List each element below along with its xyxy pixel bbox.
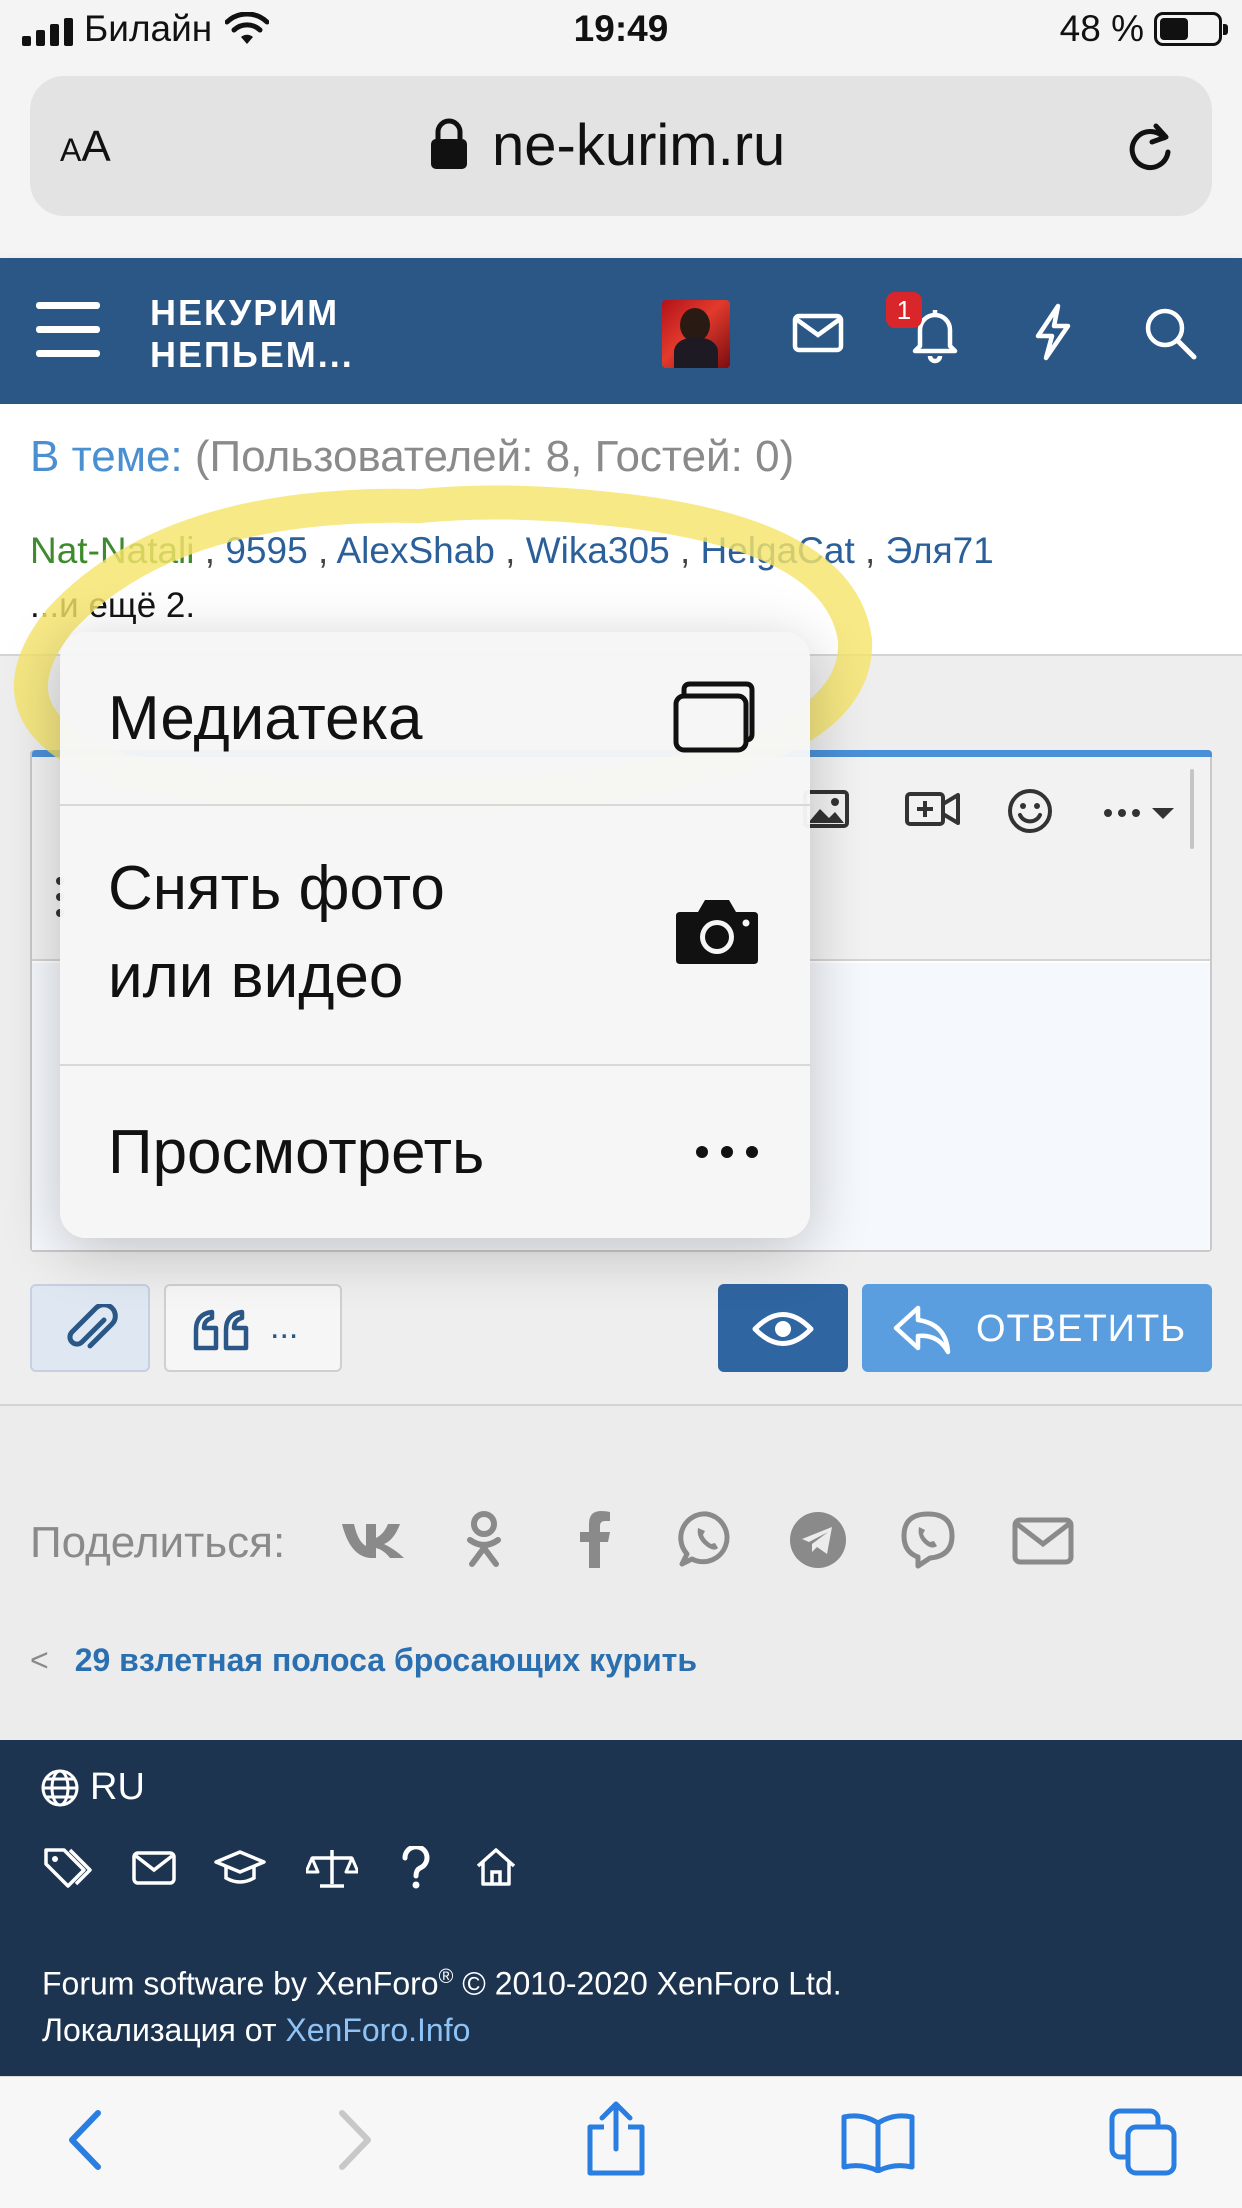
ellipsis-icon <box>696 1146 758 1158</box>
online-users-list: Nat-Natali , 9595 , AlexShab , Wika305 ,… <box>30 530 994 571</box>
attach-files-button[interactable] <box>30 1284 150 1372</box>
menu-icon[interactable] <box>36 302 100 358</box>
copyright-text: Forum software by XenForo® © 2010-2020 X… <box>42 1965 842 2048</box>
share-icon[interactable] <box>584 2101 648 2177</box>
camera-icon <box>676 900 758 964</box>
online-user-link[interactable]: Nat-Natali <box>30 530 195 571</box>
email-icon[interactable] <box>1012 1516 1074 1566</box>
help-icon[interactable] <box>400 1846 432 1890</box>
smiley-icon[interactable] <box>1006 787 1054 835</box>
online-user-link[interactable]: 9595 <box>225 530 307 571</box>
photo-library-icon <box>673 681 755 753</box>
facebook-icon[interactable] <box>574 1510 614 1570</box>
safari-bottom-toolbar <box>0 2076 1242 2208</box>
scales-icon[interactable] <box>306 1846 358 1890</box>
share-label: Поделиться: <box>30 1518 286 1567</box>
online-user-link[interactable]: Эля71 <box>886 530 994 571</box>
forward-icon[interactable] <box>336 2107 376 2173</box>
battery-icon <box>1154 12 1228 46</box>
quote-icon <box>193 1309 249 1351</box>
paperclip-icon <box>67 1304 118 1349</box>
eye-icon <box>752 1312 814 1346</box>
online-user-link[interactable]: AlexShab <box>336 530 494 571</box>
insert-video-icon[interactable] <box>904 787 962 831</box>
whatsapp-icon[interactable] <box>678 1510 736 1568</box>
browser-toolbar: AA ne-kurim.ru <box>0 66 1242 258</box>
preview-button[interactable] <box>718 1284 848 1372</box>
inbox-icon[interactable] <box>792 302 844 362</box>
multi-quote-button[interactable]: ... <box>164 1284 342 1372</box>
menu-item-photo-library[interactable]: Медиатека <box>60 632 810 806</box>
url-text: ne-kurim.ru <box>492 113 786 178</box>
reply-button[interactable]: ОТВЕТИТЬ <box>862 1284 1212 1372</box>
text-size-button[interactable]: AA <box>60 122 111 172</box>
notification-badge: 1 <box>886 292 922 328</box>
menu-item-take-photo-or-video[interactable]: Снять фото или видео <box>60 806 810 1066</box>
globe-icon <box>41 1769 79 1806</box>
bookmarks-icon[interactable] <box>840 2111 916 2173</box>
online-users-more[interactable]: ...и ещё 2. <box>30 586 195 626</box>
viber-icon[interactable] <box>898 1510 958 1570</box>
toolbar-scrollbar[interactable] <box>1190 769 1194 849</box>
lock-icon <box>431 118 467 169</box>
online-user-link[interactable]: Wika305 <box>526 530 670 571</box>
address-bar[interactable]: AA ne-kurim.ru <box>30 76 1212 216</box>
reply-arrow-icon <box>893 1305 951 1355</box>
battery-percentage: 48 % <box>1059 8 1144 49</box>
online-users-title: В теме: (Пользователей: 8, Гостей: 0) <box>30 432 795 481</box>
home-icon[interactable] <box>474 1846 518 1888</box>
reload-icon[interactable] <box>1124 120 1176 176</box>
localization-link[interactable]: XenForo.Info <box>285 2012 470 2048</box>
tabs-icon[interactable] <box>1108 2107 1178 2177</box>
language-selector[interactable]: RU <box>40 1766 145 1809</box>
contact-email-icon[interactable] <box>132 1850 176 1886</box>
status-bar: Билайн 19:49 48 % <box>0 0 1242 66</box>
odnoklassniki-icon[interactable] <box>462 1510 506 1570</box>
clock: 19:49 <box>573 8 669 49</box>
tags-icon[interactable] <box>42 1846 94 1890</box>
vk-icon[interactable] <box>340 1520 406 1560</box>
site-logo[interactable]: НЕКУРИМ НЕПЬЕМ... <box>150 292 354 376</box>
lightning-icon[interactable] <box>1030 302 1076 362</box>
search-icon[interactable] <box>1142 302 1198 362</box>
forum-header: НЕКУРИМ НЕПЬЕМ... 1 <box>0 258 1242 404</box>
media-source-menu: Медиатека Снять фото или видео Просмотре… <box>60 632 810 1238</box>
menu-item-browse[interactable]: Просмотреть <box>60 1066 810 1238</box>
user-avatar[interactable] <box>662 300 730 368</box>
more-options-icon[interactable] <box>1102 803 1178 823</box>
footer: RU Forum software by XenForo® © 2010-202… <box>0 1740 1242 2076</box>
previous-thread-link[interactable]: <29 взлетная полоса бросающих курить <box>30 1642 697 1679</box>
graduation-cap-icon[interactable] <box>214 1850 266 1888</box>
share-section: Поделиться: <29 взлетная полоса бросающи… <box>0 1404 1242 1740</box>
chevron-left-icon: < <box>30 1642 49 1678</box>
telegram-icon[interactable] <box>788 1510 848 1570</box>
online-user-link[interactable]: HelgaCat <box>701 530 855 571</box>
back-icon[interactable] <box>64 2107 104 2173</box>
